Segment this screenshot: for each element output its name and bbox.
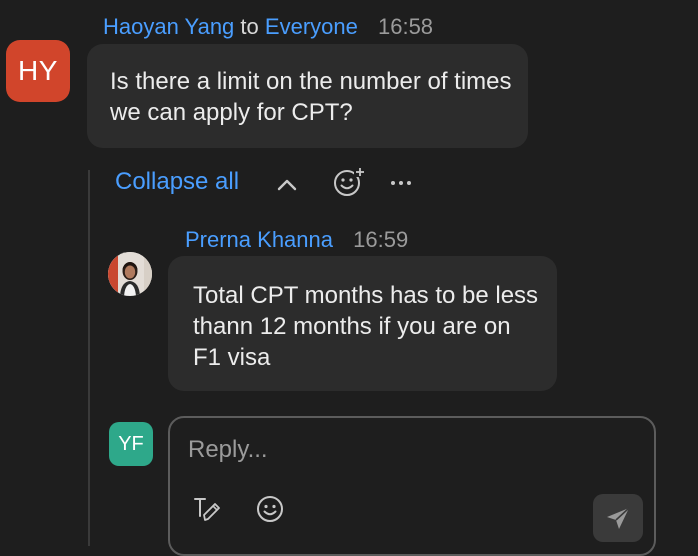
collapse-all-link[interactable]: Collapse all — [115, 168, 239, 196]
reply-sender-name[interactable]: Prerna Khanna — [185, 227, 333, 252]
send-button[interactable] — [593, 494, 643, 542]
more-icon[interactable] — [388, 172, 414, 194]
reply-time: 16:59 — [353, 227, 409, 252]
emoji-icon[interactable] — [255, 494, 285, 524]
to-label: to — [240, 14, 259, 39]
message-time: 16:58 — [377, 14, 434, 39]
sender-name[interactable]: Haoyan Yang — [103, 14, 234, 39]
chevron-up-icon[interactable] — [274, 172, 300, 198]
avatar-photo — [108, 252, 152, 296]
thread-line — [88, 170, 90, 546]
avatar-haoyan-yang[interactable]: HY — [6, 40, 70, 102]
message-text: Is there a limit on the number of times … — [110, 68, 512, 126]
format-text-icon[interactable] — [192, 494, 222, 524]
message-header: Haoyan Yang to Everyone 16:58 — [103, 14, 433, 40]
avatar-current-user[interactable]: YF — [109, 422, 153, 466]
emoji-add-icon[interactable] — [332, 166, 366, 198]
recipient-name[interactable]: Everyone — [265, 14, 358, 39]
reply-text: Total CPT months has to be less thann 12… — [193, 282, 539, 371]
avatar-prerna-khanna[interactable] — [108, 252, 152, 296]
reply-header: Prerna Khanna 16:59 — [185, 227, 408, 253]
send-icon — [607, 507, 630, 529]
reply-input[interactable] — [188, 434, 568, 466]
